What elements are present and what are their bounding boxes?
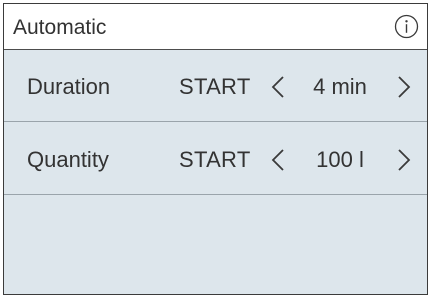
panel-header: Automatic [4,4,427,50]
duration-label: Duration [27,74,111,99]
empty-area [4,196,427,294]
chevron-left-icon[interactable] [270,148,286,172]
quantity-start-button[interactable]: START [179,147,251,173]
chevron-left-icon[interactable] [270,75,286,99]
automatic-panel: Automatic Duration START 4 min Quantity … [3,3,428,295]
duration-start-button[interactable]: START [179,74,251,100]
panel-title: Automatic [13,16,107,39]
info-icon[interactable] [394,14,419,39]
quantity-row: Quantity START 100 l [4,123,427,195]
duration-value: 4 min [313,74,367,99]
quantity-value: 100 l [316,147,364,172]
chevron-right-icon[interactable] [396,75,412,99]
quantity-label: Quantity [27,147,109,172]
duration-row: Duration START 4 min [4,50,427,122]
chevron-right-icon[interactable] [396,148,412,172]
